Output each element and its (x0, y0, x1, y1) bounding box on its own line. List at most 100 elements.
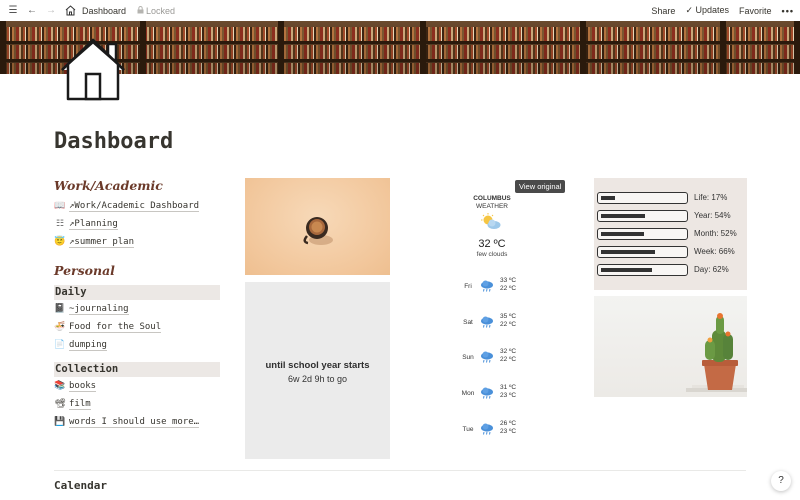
progress-row: Week: 66% (597, 245, 744, 259)
books-icon: 📚 (54, 381, 66, 391)
countdown-widget: until school year starts 6w 2d 9h to go (245, 282, 390, 459)
forecast-high: 26 ºC (500, 420, 517, 427)
document-icon: 📄 (54, 340, 66, 350)
notebook-icon: 📓 (54, 304, 66, 314)
progress-fill (601, 214, 645, 218)
more-icon[interactable]: ••• (782, 6, 794, 16)
countdown-title: until school year starts (265, 360, 370, 371)
daily-group-label: Daily (54, 285, 220, 300)
forecast-row: Sat 35 ºC 22 ºC (458, 313, 528, 335)
smiling-face-icon: 😇 (54, 237, 66, 247)
progress-fill (601, 268, 652, 272)
progress-label: Month: 52% (694, 229, 737, 238)
rain-cloud-icon (480, 422, 494, 436)
link-planning[interactable]: ☷ ↗Planning (54, 215, 220, 233)
back-arrow-icon[interactable]: ← (25, 4, 39, 18)
forecast-low: 22 ºC (500, 321, 517, 328)
weather-desc: few clouds (476, 251, 508, 258)
weather-city: COLUMBUS (473, 195, 511, 202)
bowl-icon: 🍜 (54, 322, 66, 332)
forecast-row: Mon 31 ºC 23 ºC (458, 384, 528, 406)
progress-fill (601, 196, 615, 200)
forecast-low: 23 ºC (500, 392, 517, 399)
rain-cloud-icon (480, 350, 494, 364)
progress-row: Day: 62% (597, 263, 744, 277)
weather-temp: 32 ºC (478, 238, 506, 250)
progress-bar (597, 210, 688, 222)
favorite-button[interactable]: Favorite (739, 6, 772, 16)
forecast-low: 23 ºC (500, 428, 517, 435)
view-original-button[interactable]: View original (515, 180, 566, 193)
forecast-day: Mon (461, 390, 475, 397)
book-icon: 📖 (54, 201, 66, 211)
lock-icon (137, 5, 144, 16)
rain-cloud-icon (480, 279, 494, 293)
work-heading: Work/Academic (54, 178, 163, 193)
progress-row: Life: 17% (597, 191, 744, 205)
sun-cloud-icon (480, 213, 502, 231)
progress-label: Life: 17% (694, 193, 728, 202)
link-dumping[interactable]: 📄 dumping (54, 336, 220, 354)
share-button[interactable]: Share (651, 6, 675, 16)
link-food-for-the-soul[interactable]: 🍜 Food for the Soul (54, 318, 220, 336)
forecast-row: Fri 33 ºC 22 ºC (458, 277, 528, 299)
forecast-row: Tue 26 ºC 23 ºC (458, 420, 528, 442)
list-icon: ☷ (55, 219, 65, 229)
progress-bar (597, 246, 688, 258)
forecast-row: Sun 32 ºC 22 ºC (458, 348, 528, 370)
forward-arrow-icon[interactable]: → (44, 4, 58, 18)
forecast-high: 35 ºC (500, 313, 517, 320)
floppy-icon: 💾 (54, 417, 66, 427)
page-title: Dashboard (54, 129, 174, 154)
forecast-day: Tue (462, 426, 474, 433)
left-column: Work/Academic 📖 ↗Work/Academic Dashboard … (54, 178, 220, 431)
forecast-high: 32 ºC (500, 348, 517, 355)
locked-label: Locked (146, 5, 176, 16)
progress-widget: Life: 17% Year: 54% Month: 52% Week: 66%… (594, 178, 747, 290)
cactus-image (594, 296, 747, 397)
breadcrumb[interactable]: Dashboard (82, 6, 126, 16)
progress-bar (597, 228, 688, 240)
link-film[interactable]: 📽 film (54, 395, 220, 413)
progress-label: Week: 66% (694, 247, 735, 256)
check-icon: ✓ (685, 5, 693, 15)
updates-button[interactable]: ✓ Updates (685, 5, 729, 16)
rain-cloud-icon (480, 315, 494, 329)
forecast-day: Fri (464, 283, 472, 290)
link-work-dashboard[interactable]: 📖 ↗Work/Academic Dashboard (54, 197, 220, 215)
forecast-high: 31 ºC (500, 384, 517, 391)
progress-label: Day: 62% (694, 265, 729, 274)
top-bar: ☰ ← → Dashboard Locked Share ✓ Updates F… (0, 0, 800, 21)
rain-cloud-icon (480, 386, 494, 400)
progress-fill (601, 232, 644, 236)
link-journaling[interactable]: 📓 ~journaling (54, 300, 220, 318)
forecast-low: 22 ºC (500, 285, 517, 292)
progress-row: Year: 54% (597, 209, 744, 223)
weather-label: WEATHER (475, 203, 509, 210)
progress-bar (597, 264, 688, 276)
countdown-remaining: 6w 2d 9h to go (287, 374, 348, 384)
progress-row: Month: 52% (597, 227, 744, 241)
home-icon (63, 4, 77, 18)
forecast-low: 22 ºC (500, 356, 517, 363)
locked-indicator: Locked (137, 6, 175, 16)
film-icon: 📽 (54, 399, 66, 409)
progress-label: Year: 54% (694, 211, 731, 220)
divider (54, 470, 746, 471)
progress-bar (597, 192, 688, 204)
collection-group-label: Collection (54, 362, 220, 377)
weather-location: COLUMBUS WEATHER (458, 195, 526, 211)
calendar-heading: Calendar (54, 479, 107, 492)
progress-fill (601, 250, 655, 254)
help-button[interactable]: ? (771, 471, 791, 491)
menu-icon[interactable]: ☰ (6, 4, 20, 18)
link-books[interactable]: 📚 books (54, 377, 220, 395)
coffee-image (245, 178, 390, 275)
link-words[interactable]: 💾 words I should use more… (54, 413, 220, 431)
forecast-high: 33 ºC (500, 277, 517, 284)
updates-label: Updates (695, 5, 730, 15)
link-summer-plan[interactable]: 😇 ↗summer plan (54, 233, 220, 251)
forecast-day: Sun (462, 354, 474, 361)
house-icon (58, 36, 128, 102)
personal-heading: Personal (54, 263, 115, 278)
